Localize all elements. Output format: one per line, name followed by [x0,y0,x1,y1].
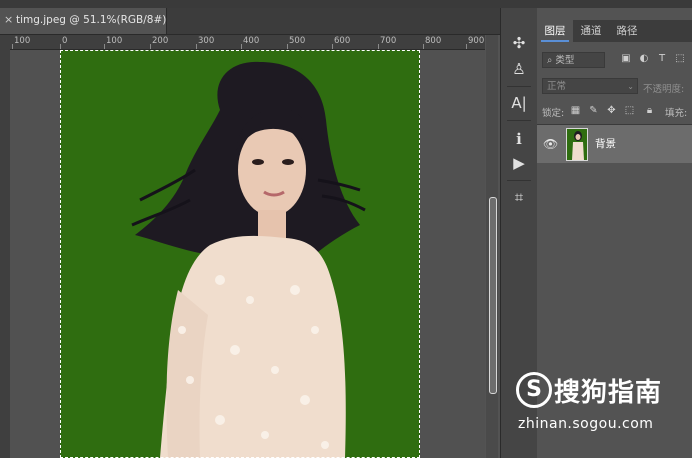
tab-channels[interactable]: 通道 [573,20,609,42]
tab-layers[interactable]: 图层 [537,20,573,42]
document-tab[interactable]: × timg.jpeg @ 51.1%(RGB/8#) [0,8,167,34]
opacity-label: 不透明度: [643,84,685,95]
kind-filter-select[interactable]: ⌕ 类型 [542,52,605,68]
document-tab-bar: × timg.jpeg @ 51.1%(RGB/8#) [0,8,510,35]
play-icon[interactable]: ▶ [505,150,533,176]
ruler-label: 100 [14,36,31,46]
type-filter-icon[interactable]: T [655,52,669,66]
fill-label: 填充: [665,108,688,119]
ruler-label: 200 [152,36,169,46]
watermark-url: zhinan.sogou.com [518,416,654,432]
ruler-label: 700 [380,36,397,46]
selection-marquee [60,50,420,458]
ruler-label: 500 [289,36,306,46]
vertical-scrollbar[interactable] [486,35,498,458]
close-icon[interactable]: × [4,13,13,26]
lock-label: 锁定: [542,108,565,119]
scrollbar-thumb[interactable] [489,197,497,394]
puzzle-icon[interactable]: ✣ [505,30,533,56]
document-tab-title: timg.jpeg @ 51.1%(RGB/8#) [16,14,167,26]
ruler-label: 800 [425,36,442,46]
adjustment-filter-icon[interactable]: ◐ [637,52,651,66]
layer-row-background[interactable]: 👁︎ 背景 [537,125,692,163]
watermark-brand: 搜狗指南 [554,378,663,408]
blend-mode-select[interactable]: 正常 ⌄ [542,78,638,94]
ruler-label: 100 [106,36,123,46]
lock-artboard-icon[interactable]: ⬚ [623,104,636,118]
sogou-logo-icon: S [516,372,552,408]
tab-paths[interactable]: 路径 [609,20,645,42]
lock-brush-icon[interactable]: ✎ [587,104,600,118]
lock-all-icon[interactable]: 🔒︎ [643,104,656,118]
ruler-label: 600 [334,36,351,46]
sogou-watermark: S 搜狗指南 zhinan.sogou.com [514,370,689,440]
blend-row: 正常 ⌄ 不透明度: [537,76,692,98]
layer-thumbnail-image [567,129,587,160]
panel-tabs: 图层 通道 路径 [537,20,692,42]
info-icon[interactable]: ℹ [505,126,533,152]
ruler-label: 400 [243,36,260,46]
layer-name: 背景 [595,138,616,150]
crop-icon[interactable]: ⌗ [505,184,533,210]
horizontal-ruler: 100 0 100 200 300 400 500 600 700 800 90… [10,35,485,50]
top-strip [0,0,692,8]
ruler-label: 300 [198,36,215,46]
image-filter-icon[interactable]: ▣ [619,52,633,66]
lock-row: 锁定: ▦ ✎ ✥ ⬚ 🔒︎ 填充: [537,102,692,122]
shape-filter-icon[interactable]: ⬚ [673,52,687,66]
lock-position-icon[interactable]: ✥ [605,104,618,118]
lock-transparent-icon[interactable]: ▦ [569,104,582,118]
blend-mode-value: 正常 [547,81,567,92]
ruler-label: 0 [62,36,68,46]
character-icon[interactable]: A| [505,90,533,116]
ruler-label: 900 [468,36,485,46]
layer-filter-row: ⌕ 类型 ▣ ◐ T ⬚ [537,48,692,72]
document-canvas[interactable] [10,50,485,458]
eye-icon[interactable]: 👁︎ [543,137,558,151]
stamp-icon[interactable]: ♙ [505,56,533,82]
chevron-down-icon: ⌄ [627,82,634,91]
layer-thumbnail [566,128,588,161]
